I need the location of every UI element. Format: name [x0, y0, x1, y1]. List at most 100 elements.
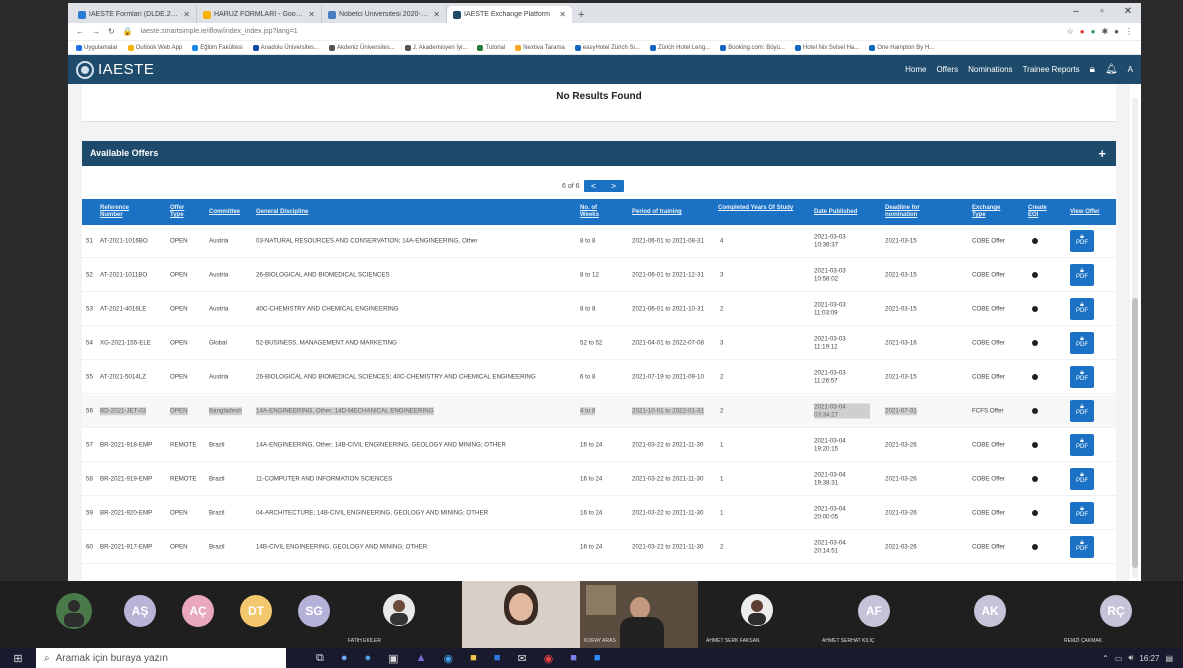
col-no-of-weeks[interactable]: No. of Weeks	[580, 205, 608, 219]
tab-close-icon[interactable]: ✕	[433, 10, 440, 19]
participant-tile[interactable]: AF AHMET SERHAT KILIÇ	[818, 581, 930, 648]
view-offer-pdf-button[interactable]: 🔒︎ PDF	[1070, 502, 1094, 524]
col-create-eoi[interactable]: Create EOI	[1028, 205, 1048, 219]
task-view-icon[interactable]: ⧉	[316, 652, 324, 665]
notifications-icon[interactable]: ▤	[1165, 654, 1173, 663]
forward-icon[interactable]: →	[92, 27, 100, 36]
bookmark-item[interactable]: Eğitim Fakültesi	[192, 44, 243, 51]
bookmark-item[interactable]: Booking.com: Büyü...	[720, 44, 785, 51]
tab-close-icon[interactable]: ✕	[308, 10, 315, 19]
windows-start-icon[interactable]: ⊞	[0, 652, 36, 665]
star-icon[interactable]: ☆	[1067, 27, 1074, 36]
user-menu[interactable]: A	[1128, 65, 1133, 74]
create-eoi-icon[interactable]	[1032, 408, 1038, 414]
bookmark-item[interactable]: Anadolu Üniversites...	[252, 44, 319, 51]
bell-icon[interactable]: 🔔︎	[1105, 64, 1118, 75]
col-committee[interactable]: Committee	[209, 209, 240, 216]
bookmark-item[interactable]: Outlook Web App	[127, 44, 182, 51]
col-view-offer[interactable]: View Offer	[1070, 209, 1100, 216]
create-eoi-icon[interactable]	[1032, 272, 1038, 278]
create-eoi-icon[interactable]	[1032, 374, 1038, 380]
new-tab-button[interactable]: +	[572, 9, 590, 23]
bookmark-item[interactable]: Hotel Nix Svisel Ha...	[794, 44, 859, 51]
bookmark-item[interactable]: Zürich Hotel Leng...	[649, 44, 710, 51]
puzzle-icon[interactable]: ✱	[1101, 27, 1108, 36]
page-scrollbar[interactable]	[1132, 98, 1138, 578]
bookmark-item[interactable]: Tutorial	[477, 44, 505, 51]
col-offer-type[interactable]: Offer Type	[170, 205, 192, 219]
col-general-discipline[interactable]: General Discipline	[256, 209, 308, 216]
col-period-of-training[interactable]: Period of training	[632, 209, 682, 216]
participant-tile[interactable]: RÇ REMZİ ÇAKMAK	[1060, 581, 1172, 648]
table-row[interactable]: 57 BR-2021-918-EMP REMOTE Brazil 14A-ENGINEE…	[82, 429, 1116, 462]
view-offer-pdf-button[interactable]: 🔒︎ PDF	[1070, 264, 1094, 286]
nav-offers[interactable]: Offers	[936, 65, 958, 74]
participant-tile[interactable]: AÇ	[170, 581, 226, 648]
create-eoi-icon[interactable]	[1032, 442, 1038, 448]
clock[interactable]: 16:27	[1139, 654, 1159, 663]
table-row[interactable]: 58 BR-2021-919-EMP REMOTE Brazil 11-COMPUTER…	[82, 463, 1116, 496]
view-offer-pdf-button[interactable]: 🔒︎ PDF	[1070, 434, 1094, 456]
participant-tile[interactable]: AŞ	[112, 581, 168, 648]
tab-close-icon[interactable]: ✕	[559, 10, 566, 19]
view-offer-pdf-button[interactable]: 🔒︎ PDF	[1070, 332, 1094, 354]
teams-icon[interactable]: ■	[570, 652, 577, 665]
participant-tile[interactable]: DT	[228, 581, 284, 648]
next-page-button[interactable]: >	[611, 181, 616, 191]
bookmark-item[interactable]: J. Akademisyen İyi...	[404, 44, 467, 51]
col-deadline-nomination[interactable]: Deadline for nomination	[885, 205, 933, 219]
app-icon[interactable]: ●	[341, 652, 348, 665]
table-row[interactable]: 55 AT-2021-5014LZ OPEN Austria 26-BIOLOGICAL…	[82, 361, 1116, 394]
bookmark-item[interactable]: Uygulamalar	[76, 44, 118, 51]
participant-tile[interactable]	[46, 581, 102, 648]
extension-icon[interactable]: ●	[1080, 27, 1085, 36]
view-offer-pdf-button[interactable]: 🔒︎ PDF	[1070, 230, 1094, 252]
close-window-icon[interactable]: ✕	[1115, 3, 1141, 21]
col-date-published[interactable]: Date Published	[814, 209, 857, 216]
app-icon[interactable]: ▣	[388, 652, 398, 665]
bookmark-item[interactable]: Akdeniz Üniversites...	[329, 44, 395, 51]
table-row[interactable]: 53 AT-2021-4016LE OPEN Austria 40C-CHEMISTRY…	[82, 293, 1116, 326]
create-eoi-icon[interactable]	[1032, 476, 1038, 482]
participant-tile[interactable]: FATİH EKİLER	[344, 581, 456, 648]
participant-tile[interactable]: AHMET SERK FAKSAN	[702, 581, 814, 648]
file-explorer-icon[interactable]: ■	[470, 652, 477, 665]
restore-icon[interactable]: ▫	[1089, 3, 1115, 21]
create-eoi-icon[interactable]	[1032, 544, 1038, 550]
browser-tab[interactable]: Nobetci Üniversitesi 2020-2021 ✕	[322, 6, 447, 23]
scrollbar-thumb[interactable]	[1132, 298, 1138, 568]
tray-chevron-icon[interactable]: ⌃	[1102, 654, 1109, 663]
profile-icon[interactable]: ●	[1114, 27, 1119, 36]
prev-page-button[interactable]: <	[591, 181, 596, 191]
view-offer-pdf-button[interactable]: 🔒︎ PDF	[1070, 400, 1094, 422]
nav-nominations[interactable]: Nominations	[968, 65, 1012, 74]
participant-tile[interactable]: AK	[934, 581, 1046, 648]
chrome-icon[interactable]: ◉	[544, 652, 554, 665]
back-icon[interactable]: ←	[76, 27, 84, 36]
tab-close-icon[interactable]: ✕	[183, 10, 190, 19]
reload-icon[interactable]: ↻	[108, 27, 115, 36]
url-field[interactable]: iaeste.smartsimple.ie/iflow/index_index.…	[141, 28, 1059, 35]
outlook-icon[interactable]: ■	[494, 652, 501, 665]
view-offer-pdf-button[interactable]: 🔒︎ PDF	[1070, 536, 1094, 558]
expand-plus-icon[interactable]: +	[1098, 141, 1106, 166]
bookmark-item[interactable]: Nextiva Tarama	[515, 44, 565, 51]
menu-icon[interactable]: ⋮	[1125, 27, 1133, 36]
bookmark-item[interactable]: easyHotel Zürich Si...	[574, 44, 640, 51]
table-row[interactable]: 54 XG-2021-155-ELE OPEN Global 52-BUSINESS, …	[82, 327, 1116, 360]
participant-video[interactable]	[462, 581, 580, 648]
participant-video[interactable]: KORAY ARAS	[580, 581, 698, 648]
browser-tab[interactable]: HARUZ FORMLARI - Google Drive✕	[197, 6, 322, 23]
table-row[interactable]: 56 BD-2021-JET-03 OPEN Bangladesh 14A-ENGINE…	[82, 395, 1116, 428]
nav-home[interactable]: Home	[905, 65, 926, 74]
bookmark-item[interactable]: One Hampton By H...	[869, 44, 934, 51]
minimize-icon[interactable]: –	[1063, 3, 1089, 21]
create-eoi-icon[interactable]	[1032, 340, 1038, 346]
participant-tile[interactable]: SG	[286, 581, 342, 648]
create-eoi-icon[interactable]	[1032, 510, 1038, 516]
volume-icon[interactable]: 🔊︎	[1128, 653, 1133, 663]
create-eoi-icon[interactable]	[1032, 238, 1038, 244]
table-row[interactable]: 51 AT-2021-1016BO OPEN Austria 03-NATURAL RE…	[82, 225, 1116, 258]
network-icon[interactable]: ▭	[1115, 654, 1123, 663]
create-eoi-icon[interactable]	[1032, 306, 1038, 312]
